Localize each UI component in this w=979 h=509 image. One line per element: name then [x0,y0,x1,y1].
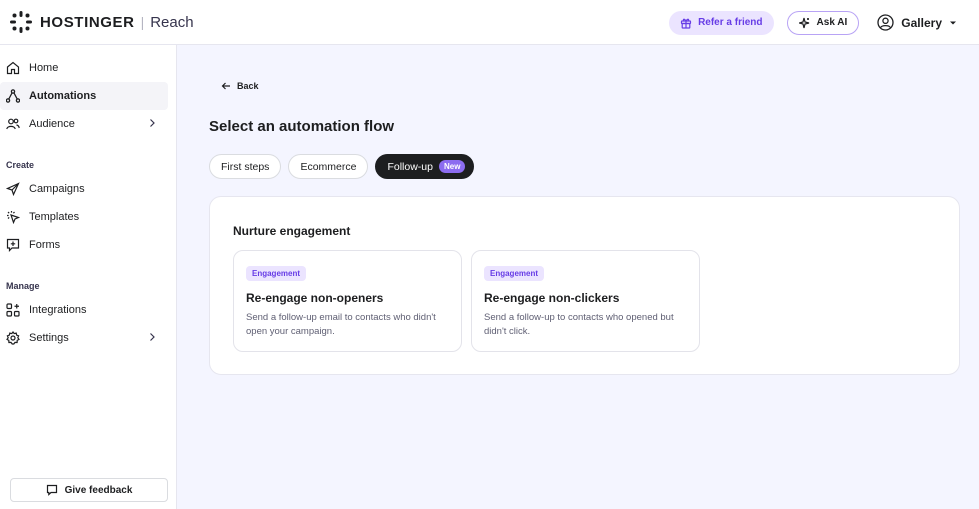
give-feedback-label: Give feedback [64,484,133,496]
flow-card-title: Re-engage non-clickers [484,291,620,305]
refer-friend-label: Refer a friend [698,17,763,28]
sidebar-item-integrations[interactable]: Integrations [0,296,168,324]
flow-card-description: Send a follow-up to contacts who opened … [484,312,674,337]
chat-bubble-icon [46,484,57,496]
chevron-right-icon [150,333,155,341]
flow-card-re-engage-non-clickers[interactable]: Engagement Re-engage non-clickers Send a… [471,250,700,352]
flow-card-title: Re-engage non-openers [246,291,384,305]
tab-label: Follow-up [387,160,433,173]
brand-name: HOSTINGER [40,13,135,31]
tab-first-steps[interactable]: First steps [209,154,282,179]
flow-group-title: Nurture engagement [233,224,351,238]
flow-group-panel: Nurture engagement Engagement Re-engage … [209,196,960,375]
sidebar-item-settings[interactable]: Settings [0,324,168,352]
user-circle-icon [877,14,894,31]
tab-label: Ecommerce [300,160,357,173]
flow-card-re-engage-non-openers[interactable]: Engagement Re-engage non-openers Send a … [233,250,462,352]
sidebar-item-home[interactable]: Home [0,54,168,82]
sidebar-item-label: Home [29,62,59,74]
back-label: Back [237,81,259,91]
flow-category-tabs: First steps Ecommerce Follow-up New [209,154,475,179]
home-icon [6,61,20,75]
brand-separator: | [140,14,145,30]
tab-label: First steps [221,160,270,173]
form-icon [6,238,20,252]
gift-icon [680,18,692,29]
brand-logo[interactable]: HOSTINGER | Reach [10,11,194,33]
sidebar-item-automations[interactable]: Automations [0,82,168,110]
product-name: Reach [150,13,194,31]
sidebar-item-label: Settings [29,332,69,344]
account-menu[interactable]: Gallery [877,14,957,31]
chevron-right-icon [150,119,155,127]
sidebar-item-label: Forms [29,239,61,251]
sparkle-icon [798,17,809,28]
sidebar-item-campaigns[interactable]: Campaigns [0,175,168,203]
sidebar-item-label: Automations [29,90,97,102]
flow-card-description: Send a follow-up email to contacts who d… [246,312,436,337]
ask-ai-label: Ask AI [816,17,848,28]
sidebar-item-label: Audience [29,118,75,130]
template-icon [6,210,20,224]
hostinger-logo-icon [10,11,32,33]
sidebar: Home Automations Audience Create Campaig… [0,45,177,509]
tab-ecommerce[interactable]: Ecommerce [288,154,369,179]
automation-icon [6,89,20,103]
top-bar: HOSTINGER | Reach Refer a friend Ask AI [0,0,979,45]
category-tag: Engagement [484,266,545,281]
gear-icon [6,331,20,345]
sidebar-item-forms[interactable]: Forms [0,231,168,259]
account-name: Gallery [901,15,942,30]
back-link[interactable]: Back [221,81,259,91]
integrations-icon [6,303,20,317]
page-title: Select an automation flow [209,118,395,135]
arrow-left-icon [221,82,230,90]
caret-down-icon [950,21,956,24]
sidebar-item-label: Campaigns [29,183,85,195]
send-icon [6,182,20,196]
category-tag: Engagement [246,266,307,281]
tab-follow-up[interactable]: Follow-up New [375,154,475,179]
sidebar-item-audience[interactable]: Audience [0,110,168,138]
sidebar-item-label: Templates [29,211,80,223]
sidebar-item-label: Integrations [29,304,87,316]
section-label-manage: Manage [6,281,40,291]
refer-friend-button[interactable]: Refer a friend [669,10,774,35]
users-icon [6,117,20,131]
section-label-create: Create [6,160,35,170]
new-badge: New [438,160,466,173]
sidebar-item-templates[interactable]: Templates [0,203,168,231]
give-feedback-button[interactable]: Give feedback [10,478,168,502]
ask-ai-button[interactable]: Ask AI [786,10,860,35]
